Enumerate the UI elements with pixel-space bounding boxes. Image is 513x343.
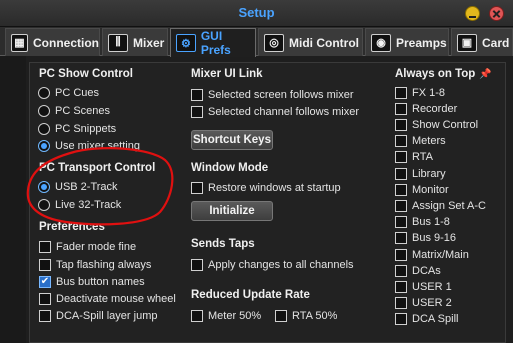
checkbox-aot-item[interactable]: Recorder	[395, 101, 457, 116]
checkbox[interactable]	[395, 248, 407, 261]
preferences-heading: Preferences	[39, 221, 105, 233]
checkbox[interactable]	[395, 216, 407, 229]
midi-icon: ◎	[264, 33, 284, 52]
checkbox[interactable]: ✔	[39, 275, 51, 288]
checkbox[interactable]	[395, 102, 407, 115]
checkbox[interactable]	[395, 183, 407, 196]
checkbox-aot-item[interactable]: Matrix/Main	[395, 247, 469, 262]
sends-taps-heading: Sends Taps	[191, 238, 255, 250]
tab-label: Mixer	[133, 35, 165, 50]
radio-button[interactable]	[38, 104, 50, 117]
radio-pc-scenes[interactable]: PC Scenes	[38, 103, 110, 118]
tab-label: GUI Prefs	[200, 29, 231, 57]
checkbox-aot-item[interactable]: Show Control	[395, 117, 478, 132]
tab-label: Card	[482, 35, 510, 50]
checkbox-aot-item[interactable]: Bus 9-16	[395, 231, 456, 246]
checkbox[interactable]	[39, 240, 51, 253]
tab-connection[interactable]: ▦ Connection	[5, 28, 100, 56]
checkbox-rta-50[interactable]: RTA 50%	[275, 308, 337, 323]
checkbox[interactable]	[191, 258, 203, 271]
checkbox-aot-item[interactable]: Monitor	[395, 182, 449, 197]
checkbox[interactable]	[395, 199, 407, 212]
checkbox-screen-follows-mixer[interactable]: Selected screen follows mixer	[191, 87, 354, 102]
checkbox-deactivate-mouse-wheel[interactable]: Deactivate mouse wheel	[39, 291, 176, 306]
checkbox[interactable]	[395, 118, 407, 131]
checkbox-aot-item[interactable]: FX 1-8	[395, 85, 445, 100]
checkbox-dca-spill-layer-jump[interactable]: DCA-Spill layer jump	[39, 308, 157, 323]
checkbox[interactable]	[395, 232, 407, 245]
checkbox-restore-windows[interactable]: Restore windows at startup	[191, 180, 341, 195]
checkbox[interactable]	[191, 309, 203, 322]
checkbox-channel-follows-mixer[interactable]: Selected channel follows mixer	[191, 104, 359, 119]
tab-gui-prefs[interactable]: ⚙ GUI Prefs	[170, 28, 256, 57]
mixer-ui-link-heading: Mixer UI Link	[191, 68, 263, 80]
checkbox[interactable]	[39, 292, 51, 305]
tab-label: Preamps	[396, 35, 447, 50]
gear-icon: ⚙	[176, 34, 196, 52]
checkbox-aot-item[interactable]: DCA Spill	[395, 312, 458, 327]
checkbox[interactable]	[395, 313, 407, 326]
checkbox-aot-item[interactable]: Meters	[395, 134, 446, 149]
checkbox-aot-item[interactable]: Assign Set A-C	[395, 198, 486, 213]
radio-usb-2-track[interactable]: USB 2-Track	[38, 179, 118, 194]
checkbox-aot-item[interactable]: Bus 1-8	[395, 215, 450, 230]
checkbox[interactable]	[395, 135, 407, 148]
checkbox-bus-button-names[interactable]: ✔ Bus button names	[39, 274, 145, 289]
initialize-button[interactable]: Initialize	[191, 201, 273, 221]
checkbox-aot-item[interactable]: USER 2	[395, 296, 452, 311]
radio-pc-cues[interactable]: PC Cues	[38, 85, 99, 100]
checkbox-meter-50[interactable]: Meter 50%	[191, 308, 261, 323]
radio-button[interactable]	[38, 139, 50, 152]
pc-show-control-heading: PC Show Control	[39, 68, 133, 80]
radio-button[interactable]	[38, 122, 50, 135]
checkbox-aot-item[interactable]: USER 1	[395, 279, 452, 294]
checkbox[interactable]	[191, 105, 203, 118]
checkbox[interactable]	[395, 264, 407, 277]
checkbox[interactable]	[395, 167, 407, 180]
window-mode-heading: Window Mode	[191, 162, 269, 174]
checkbox-aot-item[interactable]: Library	[395, 166, 446, 181]
tab-mixer[interactable]: ⫼ Mixer	[102, 28, 168, 56]
tab-preamps[interactable]: ◉ Preamps	[365, 28, 449, 56]
tab-midi-control[interactable]: ◎ Midi Control	[258, 28, 363, 56]
radio-button[interactable]	[38, 86, 50, 99]
pin-icon[interactable]: 📌	[479, 69, 491, 80]
checkbox[interactable]	[39, 309, 51, 322]
close-button[interactable]	[489, 6, 504, 21]
left-strip	[0, 56, 26, 343]
tab-label: Connection	[33, 35, 99, 50]
checkbox-aot-item[interactable]: DCAs	[395, 263, 441, 278]
reduced-update-rate-heading: Reduced Update Rate	[191, 289, 310, 301]
checkbox[interactable]	[395, 280, 407, 293]
title-bar: Setup	[0, 0, 513, 27]
pc-transport-control-heading: PC Transport Control	[39, 162, 156, 174]
checkbox[interactable]	[275, 309, 287, 322]
checkbox[interactable]	[395, 86, 407, 99]
radio-live-32-track[interactable]: Live 32-Track	[38, 197, 121, 212]
radio-use-mixer-setting[interactable]: Use mixer setting	[38, 138, 140, 153]
radio-button[interactable]	[38, 198, 50, 211]
connection-icon: ▦	[11, 33, 28, 52]
checkbox[interactable]	[395, 151, 407, 164]
checkbox-aot-item[interactable]: RTA	[395, 150, 433, 165]
minimize-button[interactable]	[465, 6, 480, 21]
checkbox[interactable]	[191, 88, 203, 101]
checkbox[interactable]	[395, 297, 407, 310]
card-icon: ▣	[457, 33, 477, 52]
tab-bar: ▦ Connection ⫼ Mixer ⚙ GUI Prefs ◎ Midi …	[0, 27, 513, 57]
preamp-icon: ◉	[371, 33, 391, 52]
checkbox-tap-flashing-always[interactable]: Tap flashing always	[39, 257, 151, 272]
shortcut-keys-button[interactable]: Shortcut Keys	[191, 130, 273, 150]
checkbox-apply-all-channels[interactable]: Apply changes to all channels	[191, 257, 354, 272]
window-title: Setup	[238, 5, 275, 20]
tab-label: Midi Control	[289, 35, 359, 50]
always-on-top-heading: Always on Top 📌	[395, 68, 492, 80]
checkbox[interactable]	[39, 258, 51, 271]
radio-pc-snippets[interactable]: PC Snippets	[38, 121, 116, 136]
mixer-icon: ⫼	[108, 33, 128, 52]
checkbox-fader-mode-fine[interactable]: Fader mode fine	[39, 239, 136, 254]
tab-card[interactable]: ▣ Card	[451, 28, 513, 56]
checkbox[interactable]	[191, 181, 203, 194]
radio-button[interactable]	[38, 180, 50, 193]
